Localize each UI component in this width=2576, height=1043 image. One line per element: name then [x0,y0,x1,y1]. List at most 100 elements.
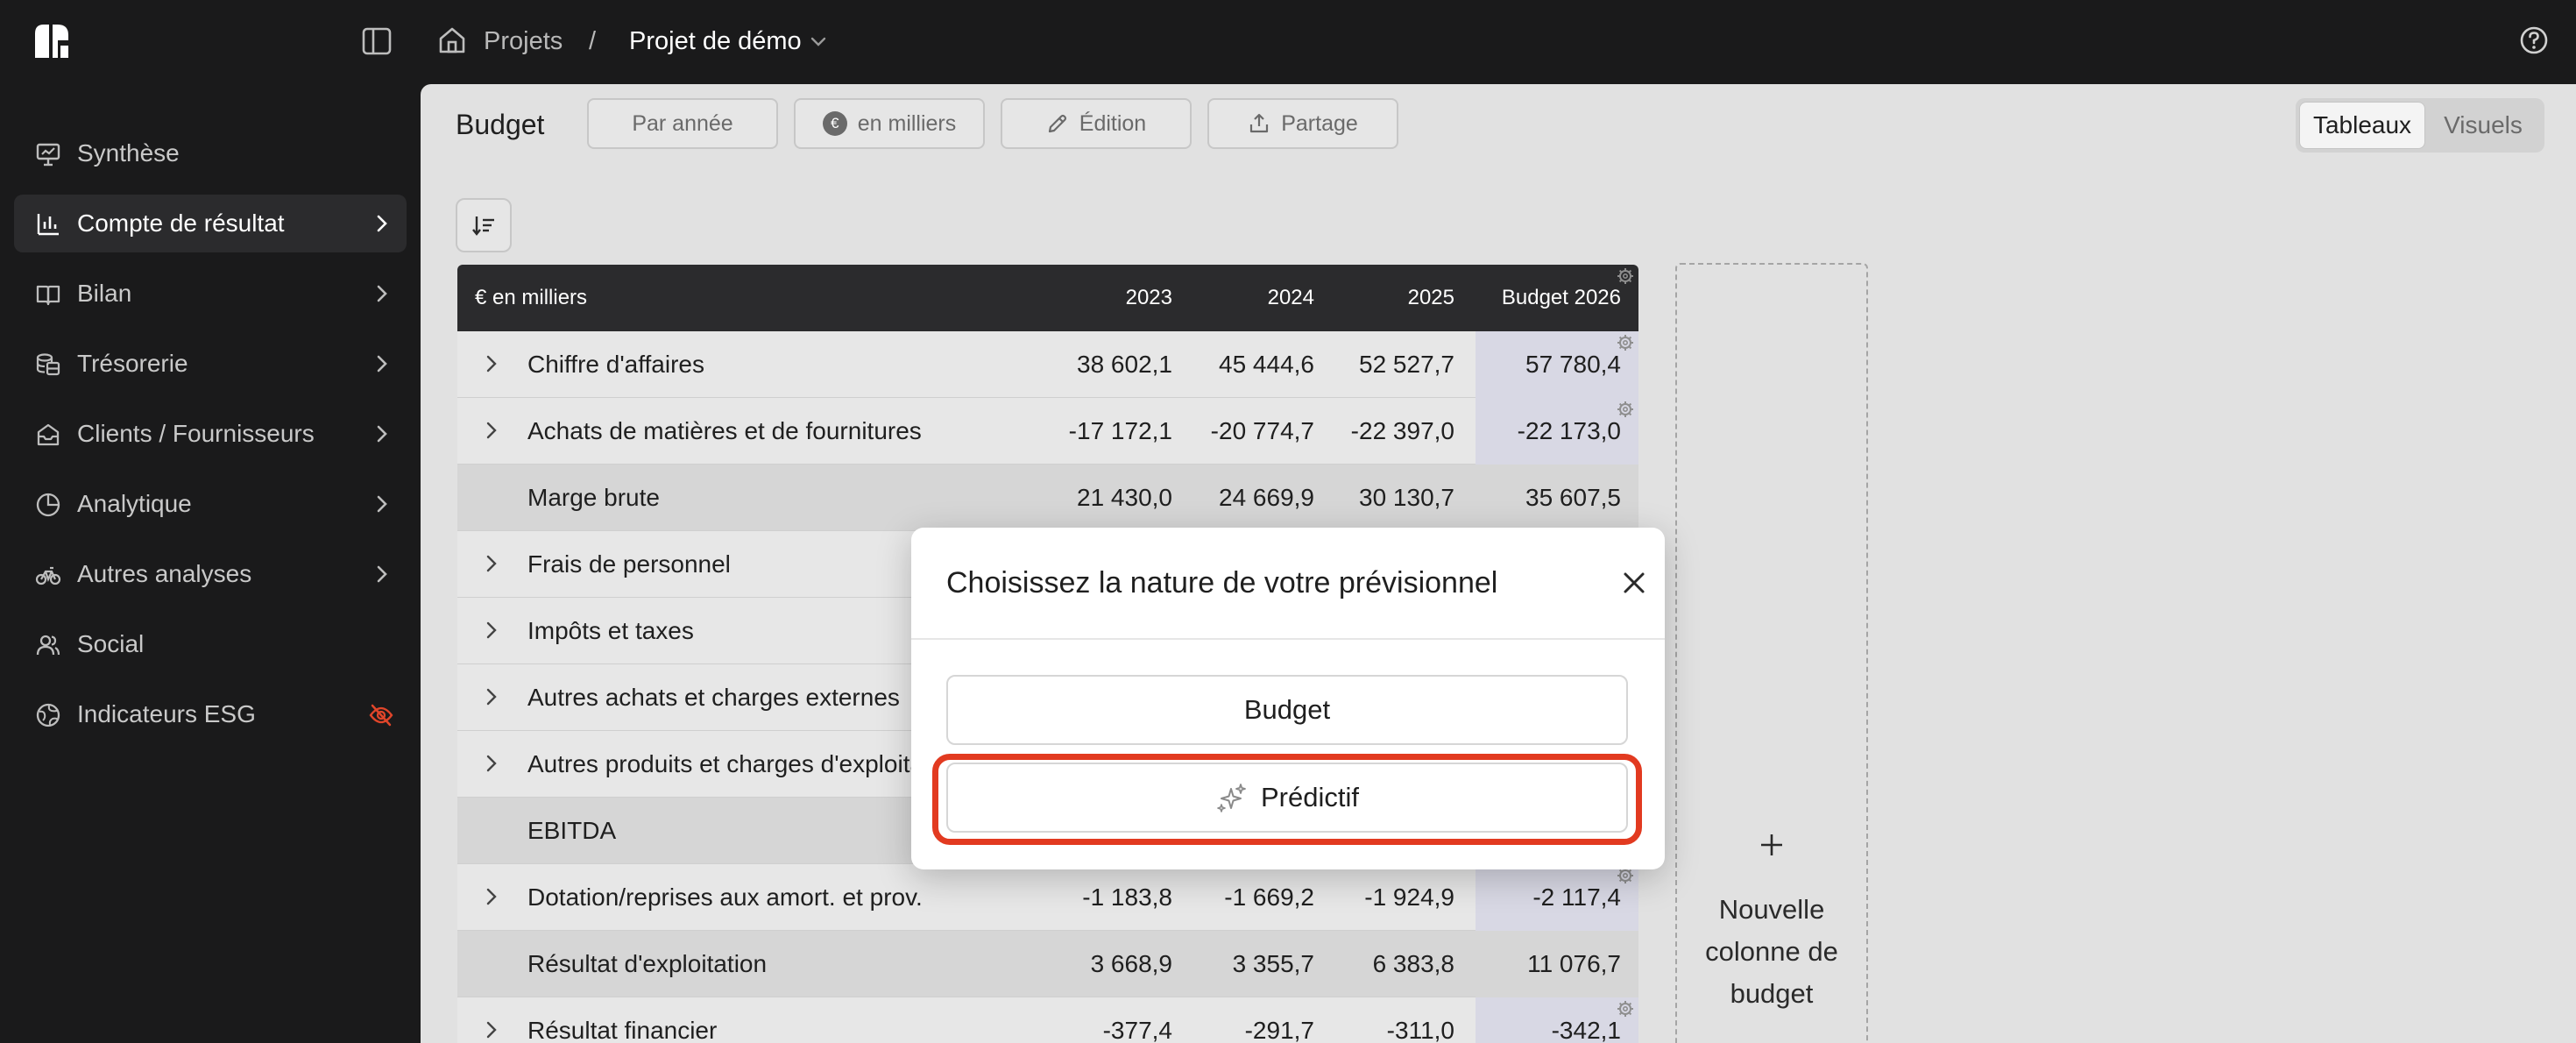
row-label: Dotation/reprises aux amort. et prov. [527,883,923,911]
cell-budget-2026[interactable]: -22 173,0 [1518,416,1621,446]
sidebar-item-label: Autres analyses [77,560,252,587]
cell-2025: -311,0 [1386,1017,1454,1043]
sidebar-item-social[interactable]: Social [14,615,407,673]
sort-button[interactable] [456,198,512,252]
help-icon[interactable] [2518,25,2550,56]
cell-2023: 21 430,0 [1077,484,1172,511]
option-predictive-label: Prédictif [1261,782,1359,812]
table-row[interactable]: Dotation/reprises aux amort. et prov. -1 … [457,864,1638,931]
header-2025: 2025 [1407,286,1454,309]
eye-off-icon[interactable] [368,702,394,728]
sidebar-item-label: Social [77,630,145,657]
sidebar-item-compte-de-resultat[interactable]: Compte de résultat [14,195,407,252]
sidebar-item-synthese[interactable]: Synthèse [14,124,407,182]
sidebar-item-analytique[interactable]: Analytique [14,475,407,533]
sidebar-item-autres-analyses[interactable]: Autres analyses [14,545,407,603]
sidebar-item-label: Synthèse [77,139,180,167]
header-2024: 2024 [1267,286,1314,309]
table-header: € en milliers 2023 2024 2025 Budget 2026 [457,265,1638,331]
chevron-right-icon[interactable] [482,621,501,640]
inbox-icon [37,423,60,446]
bar-chart-icon [37,214,59,236]
chevron-right-icon [377,285,387,302]
sidebar-item-label: Trésorerie [77,350,188,377]
presentation-icon [36,143,60,167]
cell-2025: -1 924,9 [1364,883,1454,911]
chevron-right-icon[interactable] [482,1020,501,1039]
home-icon[interactable] [436,25,468,56]
chevron-right-icon[interactable] [482,421,501,440]
users-icon [36,635,60,656]
option-budget-button[interactable]: Budget [946,675,1628,745]
tab-tableaux[interactable]: Tableaux [2299,102,2425,149]
cell-2024: 45 444,6 [1219,351,1314,378]
chevron-right-icon [377,565,387,583]
sidebar-item-label: Bilan [77,280,132,307]
share-label: Partage [1281,110,1358,136]
chevron-right-icon [377,495,387,513]
plus-icon [1761,834,1782,855]
row-label: Impôts et taxes [527,617,694,644]
sidebar-item-indicateurs-esg[interactable]: Indicateurs ESG [14,685,407,743]
sidebar-item-label: Analytique [77,490,192,517]
share-icon [1250,113,1269,133]
units-button[interactable]: € en milliers [794,98,985,149]
tab-visuels[interactable]: Visuels [2425,102,2541,149]
row-label: Chiffre d'affaires [527,351,704,378]
sidebar-item-clients-fournisseurs[interactable]: Clients / Fournisseurs [14,405,407,463]
cell-budget-2026[interactable]: 11 076,7 [1527,949,1621,979]
dialog-divider [911,638,1665,640]
cell-2025: 52 527,7 [1359,351,1454,378]
row-label: Marge brute [527,484,660,511]
top-bar: Projets / Projet de démo [0,0,2576,84]
bike-icon [35,566,61,585]
cell-2024: -291,7 [1244,1017,1314,1043]
table-row[interactable]: Résultat financier -377,4 -291,7 -311,0 -342… [457,997,1638,1043]
option-budget-label: Budget [1243,694,1331,725]
forecast-type-dialog: Choisissez la nature de votre prévisionn… [911,528,1665,869]
chevron-right-icon[interactable] [482,554,501,573]
cell-budget-2026[interactable]: -2 117,4 [1532,883,1621,912]
cell-2025: 30 130,7 [1359,484,1454,511]
option-predictive-button[interactable]: Prédictif [946,763,1628,833]
euro-icon: € [822,111,847,136]
chevron-right-icon[interactable] [482,354,501,373]
breadcrumb-projets-link[interactable]: Projets [484,26,563,56]
cell-2023: -1 183,8 [1082,883,1172,911]
header-budget-2026[interactable]: Budget 2026 [1502,284,1621,312]
chevron-right-icon[interactable] [482,687,501,706]
book-icon [36,285,60,306]
share-button[interactable]: Partage [1207,98,1398,149]
sparkles-icon [1217,784,1246,812]
chevron-right-icon[interactable] [482,887,501,906]
sidebar-item-bilan[interactable]: Bilan [14,265,407,323]
breadcrumb-project-selector[interactable]: Projet de démo [629,26,828,56]
edit-label: Édition [1079,110,1147,136]
sidebar-toggle-icon[interactable] [361,26,393,56]
sidebar-item-label: Indicateurs ESG [77,700,256,727]
app-logo[interactable] [32,21,72,61]
gear-icon[interactable] [1616,266,1635,286]
cell-2024: 24 669,9 [1219,484,1314,511]
dialog-title: Choisissez la nature de votre prévisionn… [946,566,1498,600]
chevron-right-icon[interactable] [482,754,501,773]
table-row[interactable]: Chiffre d'affaires 38 602,1 45 444,6 52 527… [457,331,1638,398]
add-budget-column[interactable]: Nouvelle colonne de budget [1675,263,1868,1043]
units-label: en milliers [857,110,957,136]
add-budget-column-label: Nouvelle colonne de budget [1677,889,1866,1015]
by-year-button[interactable]: Par année [587,98,778,149]
close-icon[interactable] [1619,568,1649,598]
add-label-line-1: Nouvelle [1718,894,1825,925]
sidebar: Synthèse Compte de résultat Bilan Trésor… [0,84,421,1043]
table-row[interactable]: Achats de matières et de fournitures -17 … [457,398,1638,465]
pencil-icon [1048,114,1066,133]
breadcrumb-current-label: Projet de démo [629,27,802,55]
coins-icon [36,353,60,376]
breadcrumb-separator: / [589,27,597,55]
sidebar-item-tresorerie[interactable]: Trésorerie [14,335,407,393]
cell-budget-2026[interactable]: 35 607,5 [1525,483,1621,513]
cell-2025: 6 383,8 [1372,950,1454,977]
edit-button[interactable]: Édition [1001,98,1192,149]
cell-budget-2026[interactable]: 57 780,4 [1525,350,1621,380]
cell-budget-2026[interactable]: -342,1 [1552,1016,1621,1043]
